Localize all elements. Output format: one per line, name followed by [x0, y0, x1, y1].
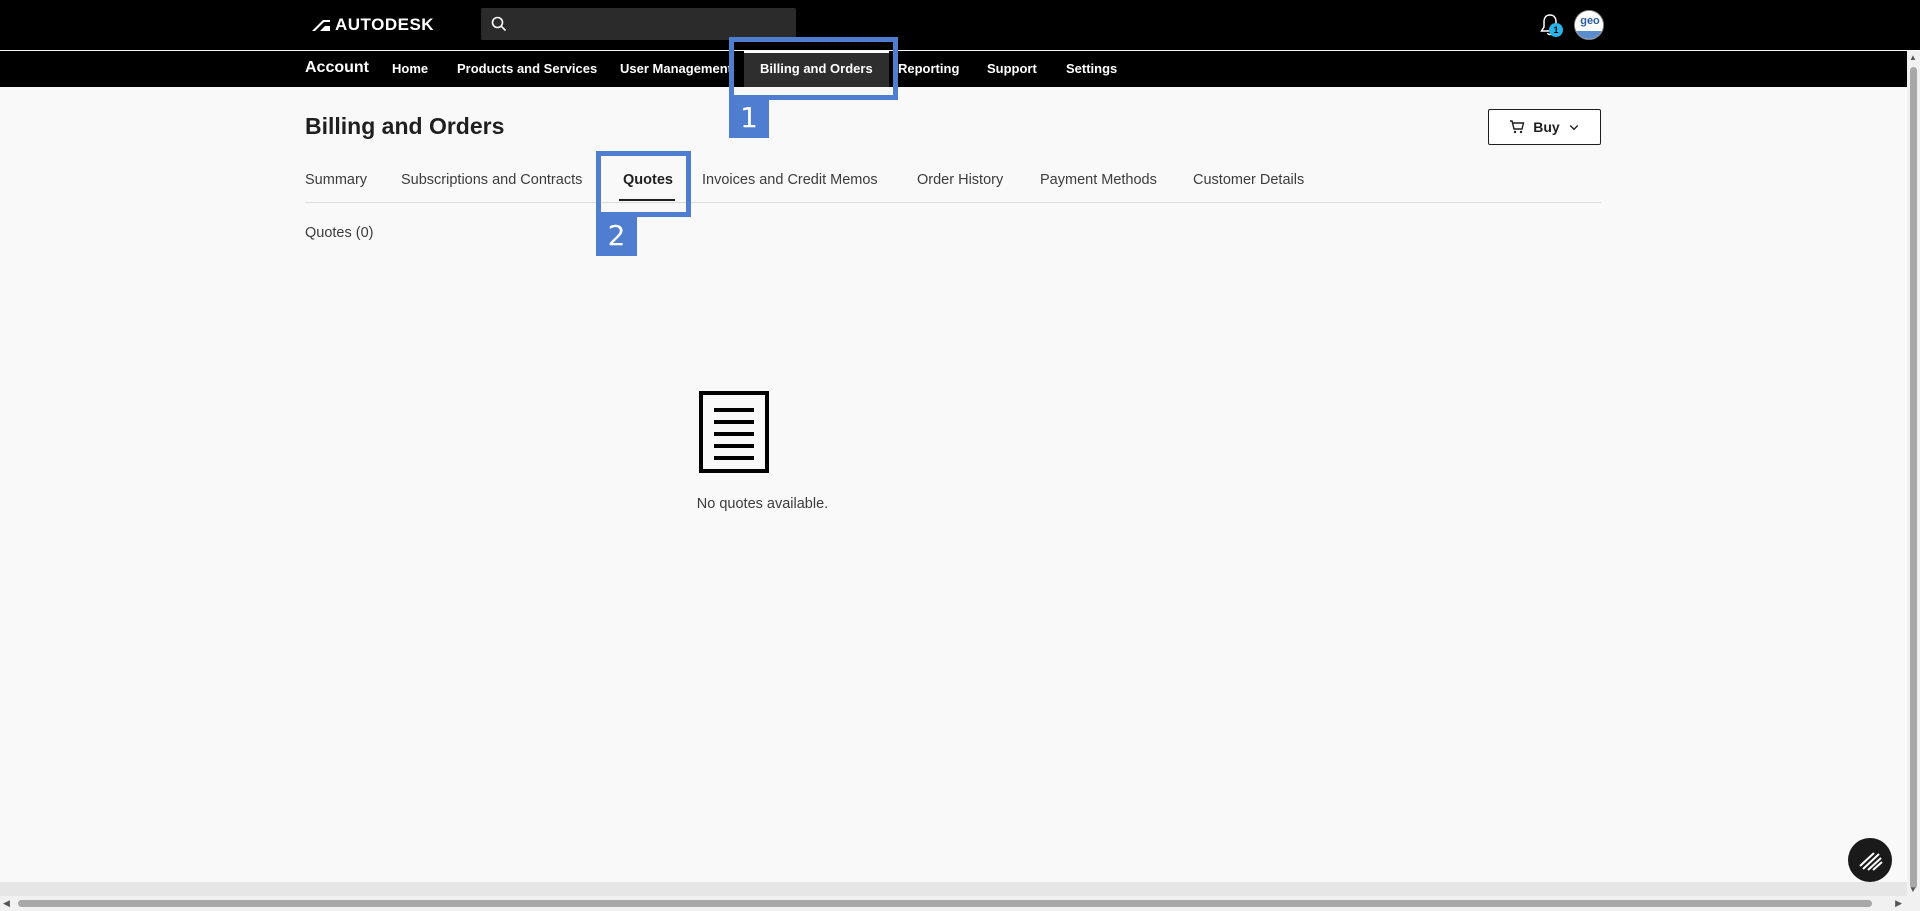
- tab-payment-methods[interactable]: Payment Methods: [1040, 172, 1157, 188]
- tab-summary[interactable]: Summary: [305, 172, 367, 188]
- billing-tabs: Summary Subscriptions and Contracts Quot…: [305, 168, 1601, 203]
- tab-subscriptions-and-contracts[interactable]: Subscriptions and Contracts: [401, 172, 582, 188]
- annotation-label-2: 2: [596, 215, 637, 256]
- nav-item-home[interactable]: Home: [392, 51, 428, 87]
- chat-icon: [1859, 852, 1883, 871]
- page-title: Billing and Orders: [305, 113, 505, 139]
- avatar-band: [1575, 31, 1603, 39]
- annotation-box-billing-and-orders: [729, 37, 898, 100]
- empty-state-message: No quotes available.: [696, 496, 829, 512]
- vertical-scrollbar[interactable]: ▲ ▼: [1907, 51, 1920, 896]
- autodesk-logo-icon: [312, 20, 330, 31]
- chat-button[interactable]: [1848, 838, 1892, 882]
- account-nav-bar: Account Home Products and Services User …: [0, 51, 1907, 87]
- search-input[interactable]: [481, 8, 796, 40]
- chevron-down-icon: [1569, 125, 1578, 131]
- annotation-box-quotes: [596, 151, 691, 217]
- horizontal-scroll-thumb[interactable]: [18, 900, 1872, 907]
- nav-item-settings[interactable]: Settings: [1066, 51, 1117, 87]
- top-bar: AUTODESK 1 geo: [0, 0, 1920, 50]
- tab-customer-details[interactable]: Customer Details: [1193, 172, 1304, 188]
- scroll-up-icon[interactable]: ▲: [1909, 53, 1917, 62]
- scroll-left-icon[interactable]: ◀: [3, 898, 10, 909]
- annotation-label-1: 1: [729, 98, 769, 138]
- avatar-initials: geo: [1575, 11, 1603, 31]
- quotes-count: Quotes (0): [305, 225, 374, 241]
- nav-item-reporting[interactable]: Reporting: [898, 51, 959, 87]
- autodesk-logo[interactable]: AUTODESK: [311, 15, 434, 35]
- avatar[interactable]: geo: [1574, 10, 1604, 40]
- tab-invoices-and-credit-memos[interactable]: Invoices and Credit Memos: [702, 172, 878, 188]
- nav-item-products-and-services[interactable]: Products and Services: [457, 51, 597, 87]
- notification-count-badge: 1: [1549, 23, 1563, 37]
- scroll-down-icon[interactable]: ▼: [1909, 885, 1917, 894]
- brand-name: AUTODESK: [335, 15, 435, 34]
- scroll-right-icon[interactable]: ▶: [1895, 898, 1902, 909]
- document-icon: [699, 391, 769, 473]
- nav-item-user-management[interactable]: User Management: [620, 51, 732, 87]
- nav-section-title: Account: [305, 59, 369, 76]
- cart-icon: [1510, 120, 1525, 134]
- tab-order-history[interactable]: Order History: [917, 172, 1003, 188]
- horizontal-scrollbar[interactable]: ◀ ▶: [0, 896, 1920, 911]
- nav-item-support[interactable]: Support: [987, 51, 1037, 87]
- vertical-scroll-thumb[interactable]: [1910, 67, 1917, 889]
- search-icon: [491, 16, 507, 32]
- page-bottom-strip: [0, 882, 1907, 896]
- buy-button-label: Buy: [1533, 119, 1560, 135]
- buy-button[interactable]: Buy: [1488, 109, 1601, 145]
